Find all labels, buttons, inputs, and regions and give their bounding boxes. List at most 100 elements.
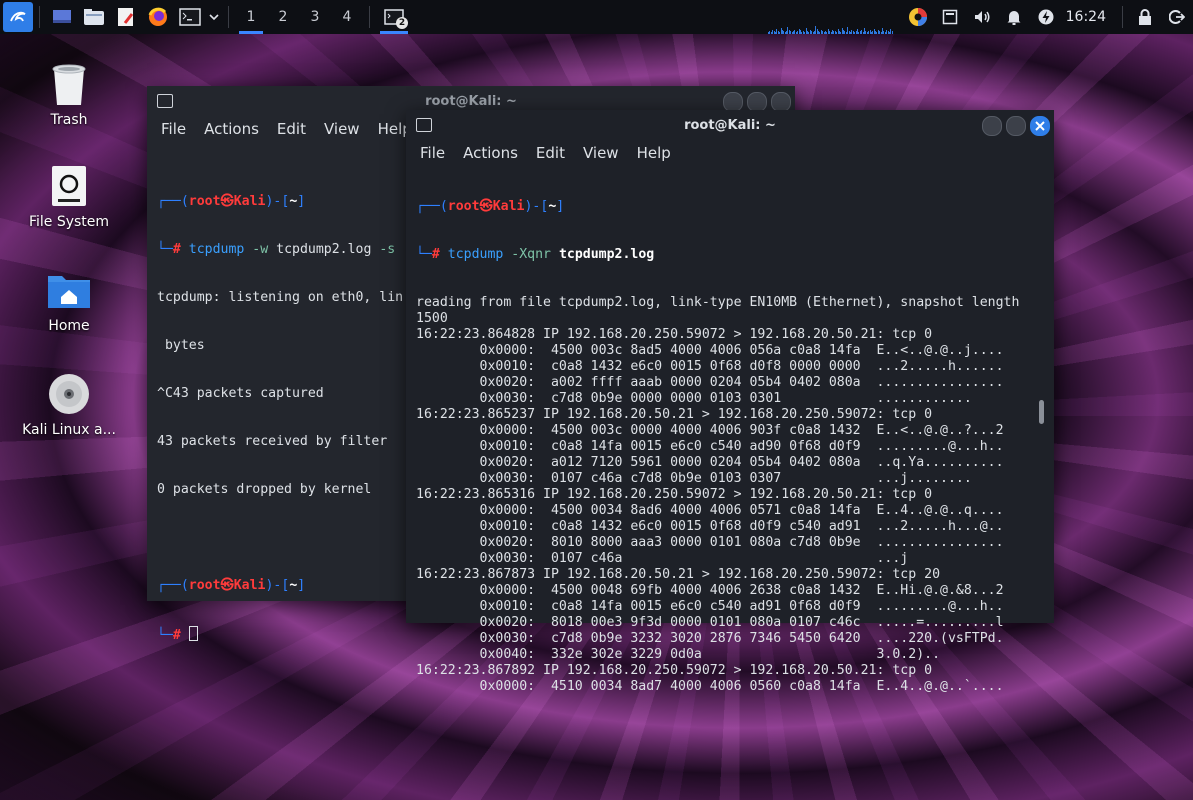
menu-actions[interactable]: Actions xyxy=(454,144,527,162)
output-line: 0x0010: c0a8 14fa 0015 e6c0 c540 ad91 0f… xyxy=(416,599,1004,614)
color-wheel-icon xyxy=(908,8,927,26)
top-panel: 1 2 3 4 2 16:24 xyxy=(0,0,1193,34)
minimize-button[interactable] xyxy=(982,116,1002,136)
speaker-icon xyxy=(974,11,990,23)
close-button[interactable] xyxy=(771,92,791,112)
desktop-icon-file-system[interactable]: File System xyxy=(14,162,124,230)
lock-icon xyxy=(1139,9,1151,25)
close-icon xyxy=(1035,121,1045,131)
terminal-window-front[interactable]: root@Kali: ~ File Actions Edit View Help… xyxy=(406,110,1054,694)
color-picker-tray-button[interactable] xyxy=(902,0,934,34)
output-line: 0x0020: 8018 00e3 9f3d 0000 0101 080a 01… xyxy=(416,615,1004,630)
output-line: 0x0000: 4510 0034 8ad7 4000 4006 0560 c0… xyxy=(416,679,1004,694)
chevron-down-icon xyxy=(209,14,219,21)
desktop-icon-label: Trash xyxy=(50,112,88,128)
menu-bar: File Actions Edit View Help xyxy=(411,140,1054,166)
panel-separator xyxy=(228,6,229,28)
menu-file[interactable]: File xyxy=(152,120,195,138)
scrollbar-thumb[interactable] xyxy=(1039,400,1044,424)
logout-icon xyxy=(1169,10,1185,24)
disc-icon xyxy=(45,370,93,418)
desktop-icon-trash[interactable]: Trash xyxy=(14,60,124,128)
output-line: 1500 xyxy=(416,311,448,326)
close-button[interactable] xyxy=(1030,116,1050,136)
panel-separator xyxy=(1122,6,1123,28)
terminal-icon xyxy=(179,8,201,26)
panel-separator xyxy=(369,6,370,28)
output-line: 0x0010: c0a8 1432 e6c0 0015 0f68 d0f8 00… xyxy=(416,359,1004,374)
lightning-icon xyxy=(1038,9,1054,25)
system-tray: 16:24 xyxy=(902,0,1193,34)
desktop-icon-home[interactable]: Home xyxy=(14,266,124,334)
output-line: 0x0010: c0a8 14fa 0015 e6c0 c540 ad90 0f… xyxy=(416,439,1004,454)
notifications-tray-button[interactable] xyxy=(998,0,1030,34)
workspace-1[interactable]: 1 xyxy=(235,0,267,34)
firefox-launcher[interactable] xyxy=(142,0,174,34)
terminal-launcher[interactable] xyxy=(174,0,206,34)
output-line: 0x0030: 0107 c46a ...j xyxy=(416,551,909,566)
kali-dragon-icon xyxy=(3,2,33,32)
desktop-icon xyxy=(53,10,71,23)
menu-view[interactable]: View xyxy=(574,144,628,162)
menu-edit[interactable]: Edit xyxy=(527,144,574,162)
window-titlebar[interactable]: root@Kali: ~ xyxy=(406,110,1054,140)
maximize-button[interactable] xyxy=(1006,116,1026,136)
clock[interactable]: 16:24 xyxy=(1062,9,1116,25)
desktop-icon-kali-disc[interactable]: Kali Linux a... xyxy=(14,370,124,438)
minimize-button[interactable] xyxy=(723,92,743,112)
output-line: 16:22:23.865237 IP 192.168.20.50.21 > 19… xyxy=(416,407,933,422)
output-line: 0x0020: a002 ffff aaab 0000 0204 05b4 04… xyxy=(416,375,1004,390)
text-editor-launcher[interactable] xyxy=(110,0,142,34)
workspace-3[interactable]: 3 xyxy=(299,0,331,34)
desktop-icon-label: File System xyxy=(28,214,110,230)
taskbar-terminal-group[interactable]: 2 xyxy=(376,0,412,34)
lock-screen-button[interactable] xyxy=(1129,0,1161,34)
tcpdump-output: reading from file tcpdump2.log, link-typ… xyxy=(416,295,1054,694)
output-line: 16:22:23.867892 IP 192.168.20.250.59072 … xyxy=(416,663,933,678)
logout-button[interactable] xyxy=(1161,0,1193,34)
maximize-button[interactable] xyxy=(747,92,767,112)
output-line: 0x0010: c0a8 1432 e6c0 0015 0f68 d0f9 c5… xyxy=(416,519,1004,534)
output-line: 0x0020: a012 7120 5961 0000 0204 05b4 04… xyxy=(416,455,1004,470)
clipboard-tray-button[interactable] xyxy=(934,0,966,34)
output-line: 0x0040: 332e 302e 3229 0d0a 3.0.2).. xyxy=(416,647,941,662)
workspace-2[interactable]: 2 xyxy=(267,0,299,34)
output-line: 0x0000: 4500 0048 69fb 4000 4006 2638 c0… xyxy=(416,583,1004,598)
output-line: 0x0030: c7d8 0b9e 0000 0000 0103 0301 ..… xyxy=(416,391,972,406)
output-line: 0x0020: 8010 8000 aaa3 0000 0101 080a c7… xyxy=(416,535,1004,550)
window-count-badge: 2 xyxy=(396,17,408,29)
output-line: 0x0030: 0107 c46a c7d8 0b9e 0103 0307 ..… xyxy=(416,471,972,486)
terminal-output[interactable]: ┌──(root㉿Kali)-[~] └─# tcpdump -Xqnr tcp… xyxy=(406,167,1054,694)
output-line: 16:22:23.864828 IP 192.168.20.250.59072 … xyxy=(416,327,933,342)
desktop-icon-label: Kali Linux a... xyxy=(22,422,116,438)
panel-separator xyxy=(39,6,40,28)
output-line: 0x0000: 4500 0034 8ad6 4000 4006 0571 c0… xyxy=(416,503,1004,518)
output-line: 0x0000: 4500 003c 8ad5 4000 4006 056a c0… xyxy=(416,343,1004,358)
trash-icon xyxy=(45,60,93,108)
window-title: root@Kali: ~ xyxy=(425,93,517,109)
menu-edit[interactable]: Edit xyxy=(268,120,315,138)
menu-file[interactable]: File xyxy=(411,144,454,162)
prompt-line: ┌──(root㉿Kali)-[~] xyxy=(416,199,565,214)
volume-tray-button[interactable] xyxy=(966,0,998,34)
menu-actions[interactable]: Actions xyxy=(195,120,268,138)
menu-view[interactable]: View xyxy=(315,120,369,138)
kali-menu-button[interactable] xyxy=(0,0,33,34)
output-line: reading from file tcpdump2.log, link-typ… xyxy=(416,295,1020,310)
output-line: 16:22:23.867873 IP 192.168.20.50.21 > 19… xyxy=(416,567,941,582)
window-title: root@Kali: ~ xyxy=(684,117,776,133)
file-manager-launcher[interactable] xyxy=(78,0,110,34)
clipboard-icon xyxy=(942,9,957,25)
command-line: └─# tcpdump -Xqnr tcpdump2.log xyxy=(416,247,655,262)
power-manager-tray-button[interactable] xyxy=(1030,0,1062,34)
bell-icon xyxy=(1007,11,1021,25)
output-line: 0x0030: c7d8 0b9e 3232 3020 2876 7346 54… xyxy=(416,631,1004,646)
workspace-4[interactable]: 4 xyxy=(331,0,363,34)
show-desktop-button[interactable] xyxy=(46,0,78,34)
desktop-icon-label: Home xyxy=(48,318,90,334)
menu-help[interactable]: Help xyxy=(628,144,680,162)
terminal-dropdown[interactable] xyxy=(206,0,222,34)
folder-icon xyxy=(84,9,104,25)
output-line: 0x0000: 4500 003c 0000 4000 4006 903f c0… xyxy=(416,423,1004,438)
drive-icon xyxy=(45,162,93,210)
